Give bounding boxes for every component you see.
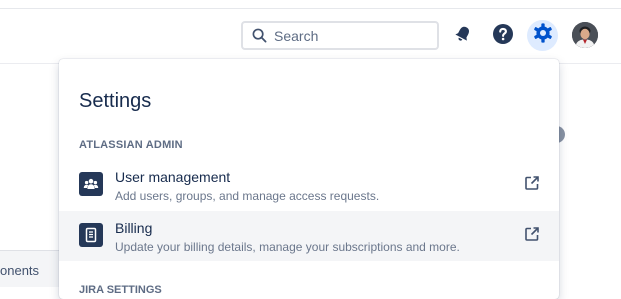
profile-avatar[interactable] xyxy=(572,22,598,48)
menu-item-description: Update your billing details, manage your… xyxy=(115,240,460,254)
help-button[interactable] xyxy=(489,22,517,50)
search-input[interactable] xyxy=(274,27,424,44)
background-sidebar-text: onents xyxy=(0,263,40,278)
settings-dropdown: Settings ATLASSIAN ADMIN User management… xyxy=(59,59,559,299)
settings-title: Settings xyxy=(79,90,152,112)
external-link-icon xyxy=(524,175,540,191)
settings-button[interactable] xyxy=(527,20,558,51)
menu-item-description: Add users, groups, and manage access req… xyxy=(115,189,380,203)
menu-item-billing[interactable]: Billing Update your billing details, man… xyxy=(59,211,559,261)
billing-icon xyxy=(79,223,103,247)
top-border xyxy=(0,8,621,9)
search-icon xyxy=(251,28,267,44)
menu-item-title: Billing xyxy=(115,220,153,236)
external-link-icon xyxy=(524,226,540,242)
menu-item-user-management[interactable]: User management Add users, groups, and m… xyxy=(59,160,559,210)
users-icon xyxy=(79,172,103,196)
notifications-button[interactable] xyxy=(449,22,477,50)
section-heading-atlassian-admin: ATLASSIAN ADMIN xyxy=(79,139,183,151)
notifications-bell-icon xyxy=(453,24,473,49)
help-icon xyxy=(492,23,514,50)
search-box[interactable] xyxy=(241,21,439,50)
settings-gear-icon xyxy=(532,22,554,49)
menu-item-title: User management xyxy=(115,169,231,185)
